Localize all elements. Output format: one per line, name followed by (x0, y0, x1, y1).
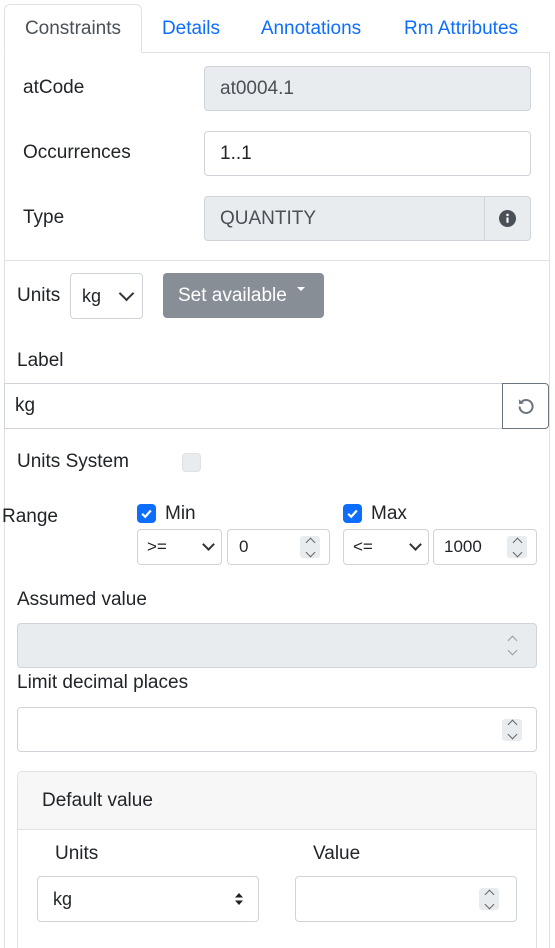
occurrences-input[interactable]: 1..1 (204, 131, 531, 176)
min-operator-select[interactable]: >= (137, 529, 222, 565)
occurrences-value: 1..1 (220, 142, 252, 164)
max-operator-value: <= (353, 537, 373, 556)
chevron-down-icon (202, 538, 215, 551)
limit-decimal-label: Limit decimal places (17, 672, 189, 693)
type-info-button[interactable] (484, 196, 531, 241)
min-value: 0 (239, 537, 249, 556)
reset-label-button[interactable] (502, 383, 549, 429)
tab-constraints[interactable]: Constraints (4, 4, 142, 53)
min-label: Min (165, 503, 196, 524)
units-system-label: Units System (17, 451, 129, 472)
default-value-input[interactable] (295, 876, 517, 922)
units-label: Units (17, 284, 61, 306)
default-units-selected: kg (53, 888, 73, 909)
default-units-label: Units (55, 843, 99, 864)
atcode-value: at0004.1 (220, 77, 294, 99)
info-icon (499, 210, 516, 227)
units-selected: kg (82, 285, 102, 306)
chevron-down-icon (409, 538, 422, 551)
set-available-button[interactable]: Set available (163, 273, 324, 318)
stepper-icon[interactable] (479, 888, 499, 910)
tab-label: Constraints (24, 17, 122, 39)
stepper-icon[interactable] (300, 536, 320, 558)
default-units-select[interactable]: kg (37, 876, 259, 922)
max-label: Max (371, 503, 407, 524)
stepper-icon[interactable] (507, 536, 527, 558)
tab-details[interactable]: Details (146, 4, 236, 53)
assumed-value-input (17, 623, 537, 668)
tab-label: Details (161, 17, 221, 39)
stepper-icon (502, 635, 522, 657)
assumed-value-label: Assumed value (17, 589, 147, 610)
label-value: kg (15, 395, 36, 416)
type-value: QUANTITY (220, 207, 317, 229)
label-input[interactable]: kg (4, 383, 503, 429)
tab-label: Rm Attributes (403, 17, 519, 39)
occurrences-label: Occurrences (23, 142, 131, 163)
default-value-title: Default value (42, 790, 153, 811)
section-divider (4, 260, 550, 261)
atcode-label: atCode (23, 77, 85, 98)
max-operator-select[interactable]: <= (343, 529, 429, 565)
chevron-down-icon (118, 285, 135, 302)
atcode-field: at0004.1 (204, 66, 531, 111)
reset-icon (518, 398, 534, 414)
stepper-icon[interactable] (502, 718, 522, 741)
min-checkbox[interactable] (137, 504, 156, 523)
range-label: Range (2, 506, 58, 527)
type-field: QUANTITY (204, 196, 485, 241)
caret-down-icon (296, 286, 305, 291)
max-checkbox[interactable] (343, 504, 362, 523)
check-icon (141, 509, 152, 519)
label-field-label: Label (17, 350, 64, 371)
type-label: Type (23, 207, 65, 228)
min-operator-value: >= (147, 537, 167, 556)
tab-annotations[interactable]: Annotations (246, 4, 376, 53)
min-value-input[interactable]: 0 (227, 529, 330, 565)
sort-arrows-icon (235, 893, 243, 905)
default-value-label: Value (313, 843, 361, 864)
set-available-label: Set available (178, 284, 287, 306)
units-system-checkbox[interactable] (182, 453, 201, 472)
max-value-input[interactable]: 1000 (433, 529, 537, 565)
limit-decimal-input[interactable] (17, 707, 537, 752)
max-value: 1000 (444, 537, 482, 556)
units-select[interactable]: kg (70, 273, 143, 319)
check-icon (347, 509, 358, 519)
tab-rm-attributes[interactable]: Rm Attributes (388, 4, 534, 53)
tab-label: Annotations (260, 17, 362, 39)
